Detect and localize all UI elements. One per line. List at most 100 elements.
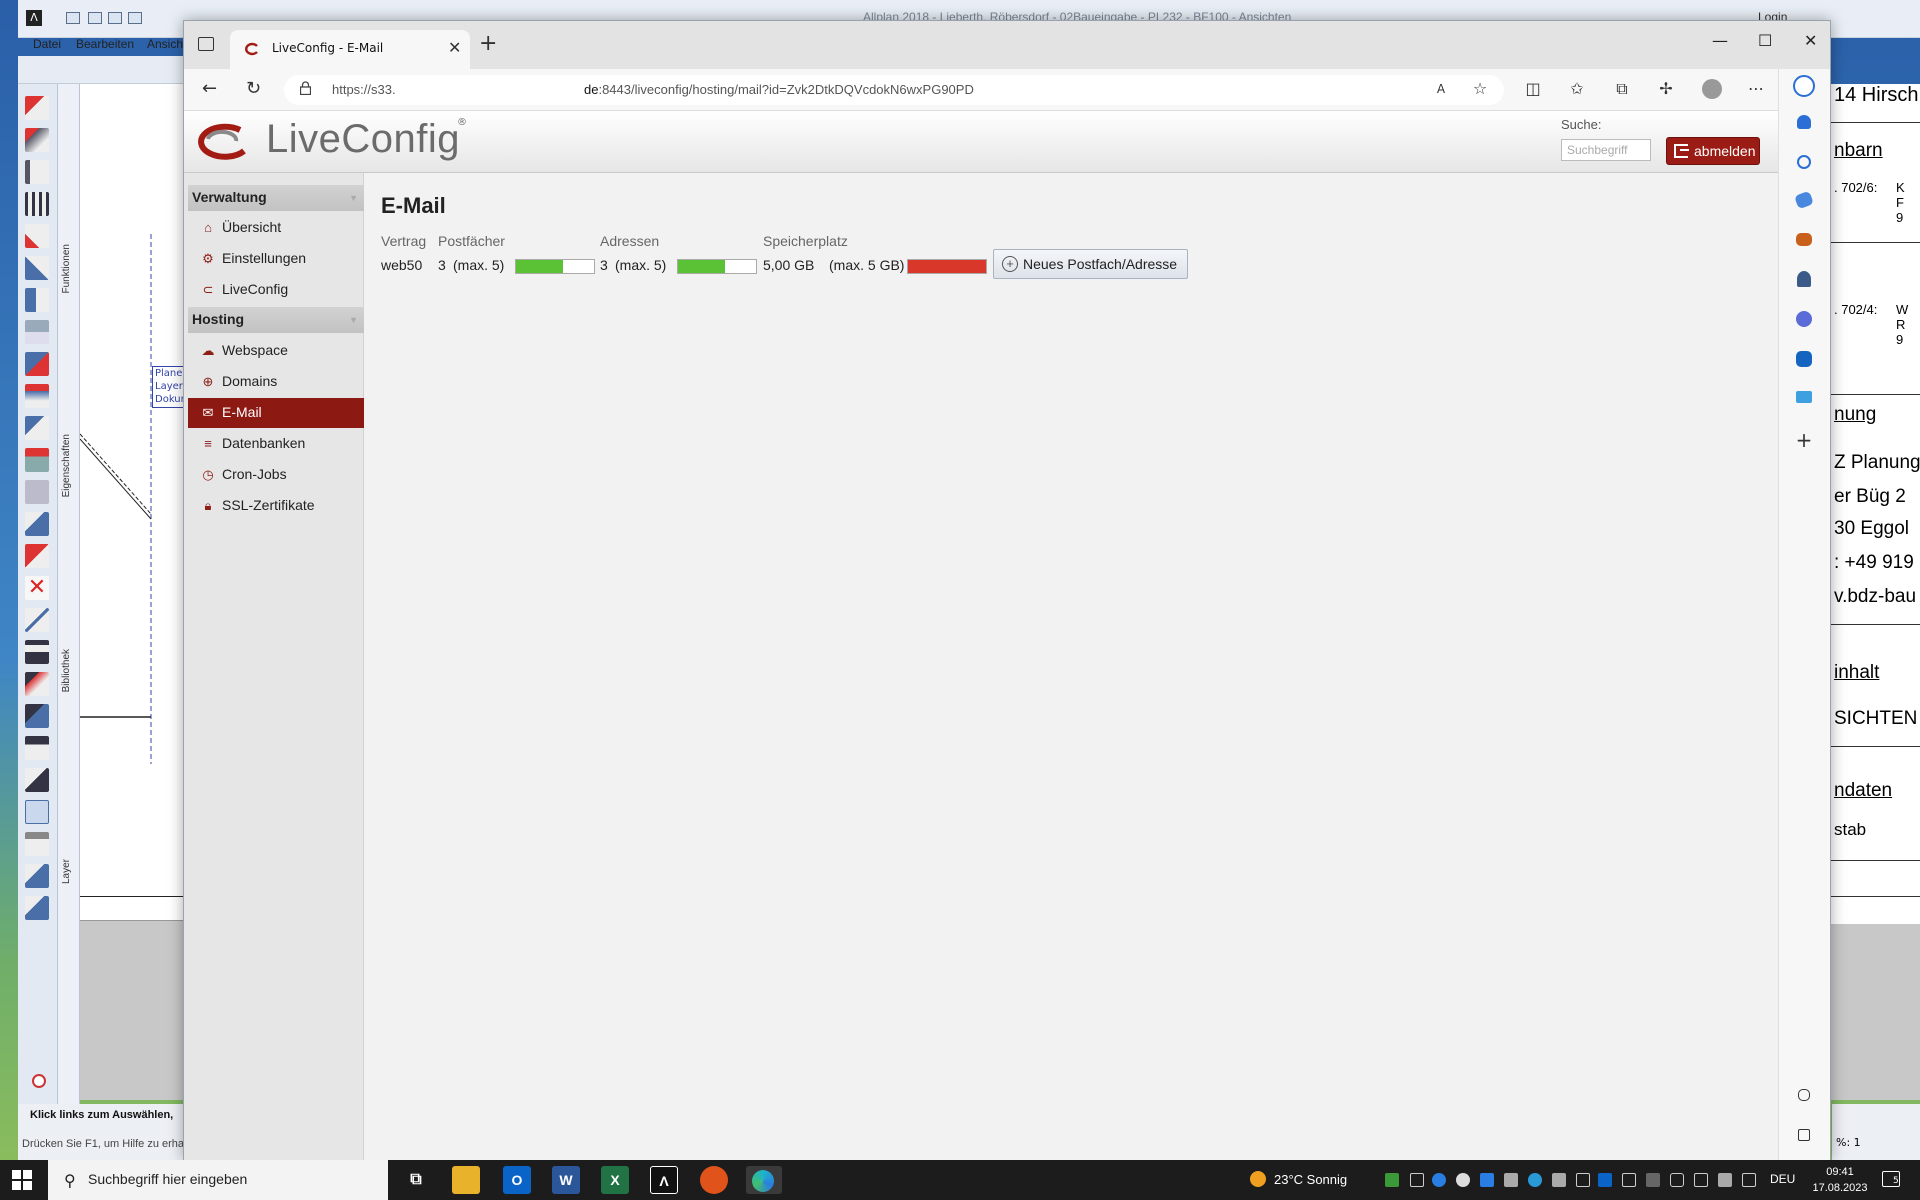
sum-icon[interactable]	[25, 832, 49, 856]
modify-tool-icon[interactable]	[25, 224, 49, 248]
menu-bearbeiten[interactable]: Bearbeiten	[76, 37, 134, 51]
url-field[interactable]: https://s33. de:8443/liveconfig/hosting/…	[284, 75, 1504, 105]
sidebar-item-email[interactable]: ✉ E-Mail	[188, 398, 364, 428]
tab-bibliothek[interactable]: Bibliothek	[61, 649, 72, 692]
tab-layer[interactable]: Layer	[61, 859, 72, 884]
excel-app-icon[interactable]: X	[601, 1166, 629, 1194]
search-input[interactable]	[1561, 139, 1651, 161]
maximize-icon[interactable]: ☐	[1758, 31, 1772, 50]
bluetooth-tray-icon[interactable]	[1480, 1173, 1494, 1187]
file-explorer-icon[interactable]	[452, 1166, 480, 1194]
external-link-icon[interactable]	[1798, 1129, 1810, 1141]
flip-tool-icon[interactable]	[25, 288, 49, 312]
wifi-tray-icon[interactable]	[1718, 1173, 1732, 1187]
collapse-triangle-icon[interactable]: ▼	[349, 315, 358, 325]
extensions-icon[interactable]: ✢	[1656, 79, 1676, 99]
firefox-app-icon[interactable]	[700, 1166, 728, 1194]
sidebar-item-liveconfig[interactable]: ⊂ LiveConfig	[188, 275, 364, 305]
layer-tool-icon[interactable]	[25, 640, 49, 664]
tab-eigenschaften[interactable]: Eigenschaften	[61, 434, 72, 497]
eyedropper-tool-icon[interactable]	[25, 608, 49, 632]
tray-icon[interactable]	[1432, 1173, 1446, 1187]
bing-chat-icon[interactable]	[1793, 75, 1815, 97]
games-icon[interactable]	[1797, 271, 1811, 287]
dimension-tool-icon[interactable]	[25, 160, 49, 184]
move-tool-icon[interactable]	[25, 352, 49, 376]
delete-icon[interactable]: ✕	[25, 576, 49, 600]
outlook-icon[interactable]	[1796, 351, 1812, 367]
section-verwaltung[interactable]: Verwaltung ▼	[188, 185, 364, 211]
copy-tool-icon[interactable]	[25, 320, 49, 344]
refresh-icon[interactable]: ↻	[246, 78, 261, 99]
group-tool-icon[interactable]	[25, 480, 49, 504]
filter-b-icon[interactable]	[25, 896, 49, 920]
tray-icon[interactable]	[1528, 1173, 1542, 1187]
favorite-star-icon[interactable]: ☆	[1470, 79, 1490, 99]
profile-avatar[interactable]	[1702, 79, 1722, 99]
add-sidebar-app-icon[interactable]: +	[1793, 429, 1815, 451]
tray-icon[interactable]	[1504, 1173, 1518, 1187]
tab-funktionen[interactable]: Funktionen	[61, 244, 72, 293]
new-tab-icon[interactable]: +	[479, 31, 497, 56]
browser-tab-active[interactable]: LiveConfig - E-Mail ✕	[230, 30, 470, 69]
sidebar-item-einstellungen[interactable]: ⚙ Einstellungen	[188, 244, 364, 274]
notification-center-icon[interactable]: 5	[1882, 1171, 1900, 1187]
tray-icon[interactable]	[1410, 1173, 1424, 1187]
tray-icon[interactable]	[1552, 1173, 1566, 1187]
tab-actions-icon[interactable]	[198, 37, 214, 51]
filter-tool-icon[interactable]	[25, 672, 49, 696]
edge-app-icon[interactable]	[746, 1166, 782, 1194]
windows-start-icon[interactable]	[12, 1170, 32, 1190]
tray-icon[interactable]	[1456, 1173, 1470, 1187]
language-indicator[interactable]: DEU	[1770, 1172, 1795, 1186]
clock[interactable]: 09:41 17.08.2023	[1812, 1164, 1868, 1196]
close-window-icon[interactable]: ✕	[1804, 31, 1817, 50]
tray-icon[interactable]	[1646, 1173, 1660, 1187]
weather-widget[interactable]: 23°C Sonnig	[1250, 1171, 1347, 1187]
outlook-tray-icon[interactable]	[1598, 1173, 1612, 1187]
drop-icon[interactable]	[1796, 391, 1812, 403]
notification-bell-icon[interactable]	[1797, 115, 1811, 129]
battery-tray-icon[interactable]	[1576, 1173, 1590, 1187]
network-tray-icon[interactable]	[1670, 1173, 1684, 1187]
sidebar-item-ssl[interactable]: 🔒︎ SSL-Zertifikate	[188, 491, 364, 521]
sidebar-toggle-icon[interactable]	[1798, 1089, 1810, 1101]
outlook-app-icon[interactable]: O	[503, 1166, 531, 1194]
menu-ansicht[interactable]: Ansicht	[147, 37, 186, 51]
word-app-icon[interactable]: W	[552, 1166, 580, 1194]
logout-button[interactable]: abmelden	[1666, 137, 1760, 165]
sidebar-item-cronjobs[interactable]: ◷ Cron-Jobs	[188, 460, 364, 490]
shopping-tag-icon[interactable]	[1794, 190, 1814, 210]
filter-select-icon[interactable]	[25, 704, 49, 728]
resize-tool-icon[interactable]	[25, 544, 49, 568]
allplan-app-icon[interactable]: Λ	[650, 1166, 678, 1194]
collections-icon[interactable]: ⧉	[1612, 79, 1632, 99]
read-aloud-icon[interactable]: A	[1431, 79, 1451, 99]
line-tool-icon[interactable]	[25, 128, 49, 152]
favorites-icon[interactable]: ✩	[1567, 79, 1587, 99]
minimize-icon[interactable]: —	[1712, 31, 1728, 50]
target-icon[interactable]	[32, 1074, 46, 1088]
search-icon[interactable]	[1797, 155, 1811, 169]
new-mailbox-button[interactable]: + Neues Postfach/Adresse	[993, 249, 1188, 279]
sidebar-item-uebersicht[interactable]: ⌂ Übersicht	[188, 213, 364, 243]
tray-icon[interactable]	[1622, 1173, 1636, 1187]
trim-tool-icon[interactable]	[25, 448, 49, 472]
save-icon[interactable]	[108, 12, 122, 24]
sidebar-item-datenbanken[interactable]: ≡ Datenbanken	[188, 429, 364, 459]
rotate-tool-icon[interactable]	[25, 416, 49, 440]
split-screen-icon[interactable]: ◫	[1523, 79, 1543, 99]
task-view-icon[interactable]: ⧉	[402, 1166, 430, 1194]
sidebar-item-domains[interactable]: ⊕ Domains	[188, 367, 364, 397]
menu-datei[interactable]: Datei	[33, 37, 61, 51]
office-icon[interactable]	[1796, 311, 1812, 327]
undo-icon[interactable]	[128, 12, 142, 24]
more-menu-icon[interactable]: ⋯	[1746, 79, 1766, 99]
collapse-triangle-icon[interactable]: ▼	[349, 193, 358, 203]
select-tool-icon[interactable]	[25, 768, 49, 792]
pencil-tool-icon[interactable]	[25, 96, 49, 120]
close-tab-icon[interactable]: ✕	[448, 38, 461, 57]
tools-briefcase-icon[interactable]	[1796, 233, 1812, 246]
grid-icon[interactable]	[88, 12, 102, 24]
stretch-tool-icon[interactable]	[25, 384, 49, 408]
